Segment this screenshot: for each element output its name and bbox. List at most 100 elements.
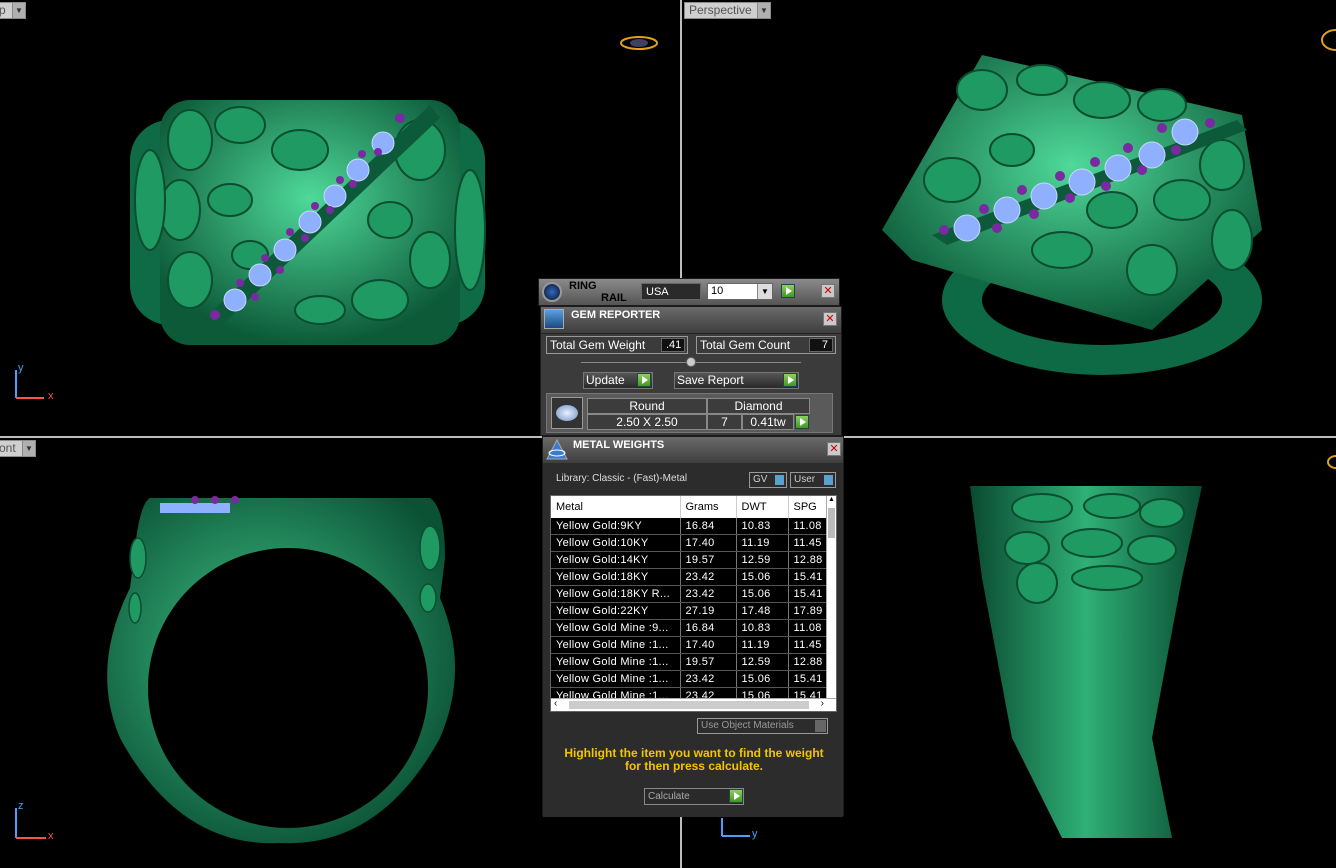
table-cell: 11.45	[788, 636, 829, 654]
axis-gizmo-side: y	[721, 818, 758, 840]
table-cell: 12.59	[736, 551, 789, 569]
table-row[interactable]: Yellow Gold:18KY 23.42 15.06 15.41	[551, 568, 829, 586]
ring-rail-close-icon[interactable]: ✕	[821, 284, 835, 298]
table-cell: 23.42	[680, 670, 737, 688]
gem-reporter-title: GEM REPORTER	[571, 309, 661, 321]
table-cell: Yellow Gold:18KY R...	[551, 585, 681, 603]
table-row[interactable]: Yellow Gold:22KY 27.19 17.48 17.89	[551, 602, 829, 620]
splitter-handle-icon[interactable]	[686, 357, 696, 367]
table-row[interactable]: Yellow Gold:10KY 17.40 11.19 11.45	[551, 534, 829, 552]
gem-shape: Round	[587, 398, 707, 414]
table-cell: 17.89	[788, 602, 829, 620]
table-cell: 11.45	[788, 534, 829, 552]
table-cell: 16.84	[680, 619, 737, 637]
calculate-button[interactable]: Calculate	[644, 788, 744, 805]
gem-list-row[interactable]: Round Diamond 2.50 X 2.50 7 0.41tw	[546, 393, 833, 433]
table-cell: 15.41	[788, 670, 829, 688]
vertical-scrollbar[interactable]: ▲	[826, 496, 836, 701]
total-gem-weight-label: Total Gem Weight	[550, 338, 646, 352]
table-row[interactable]: Yellow Gold Mine :1... 19.57 12.59 12.88	[551, 653, 829, 671]
column-header-grams[interactable]: Grams	[680, 496, 737, 518]
table-row[interactable]: Yellow Gold Mine :1... 23.42 15.06 15.41	[551, 670, 829, 688]
table-cell: 17.48	[736, 602, 789, 620]
table-cell: 15.41	[788, 585, 829, 603]
metal-weights-table: Metal Grams DWT SPG Yellow Gold:9KY 16.84 10.…	[551, 496, 829, 705]
ring-rail-apply-button[interactable]	[781, 284, 795, 298]
toggle-indicator-icon	[775, 475, 784, 485]
table-cell: Yellow Gold:22KY	[551, 602, 681, 620]
table-cell: Yellow Gold Mine :9...	[551, 619, 681, 637]
total-gem-count-label: Total Gem Count	[700, 338, 791, 352]
toggle-indicator-icon	[815, 720, 826, 732]
table-cell: 10.83	[736, 619, 789, 637]
play-icon	[729, 789, 743, 803]
table-cell: 15.06	[736, 670, 789, 688]
gem-size: 2.50 X 2.50	[587, 414, 707, 430]
gem-reporter-close-icon[interactable]: ✕	[823, 312, 837, 326]
table-cell: 19.57	[680, 653, 737, 671]
table-cell: 23.42	[680, 568, 737, 586]
scrollbar-thumb[interactable]	[828, 508, 835, 538]
gv-toggle[interactable]: GV	[749, 472, 787, 488]
gem-weight: 0.41tw	[742, 414, 794, 430]
play-icon	[783, 373, 797, 387]
gem-reporter-icon	[544, 309, 564, 329]
ring-size-select[interactable]: 10 ▼	[707, 283, 773, 300]
table-cell: Yellow Gold:9KY	[551, 518, 681, 535]
metal-weights-close-icon[interactable]: ✕	[827, 442, 841, 456]
scroll-up-icon[interactable]: ▲	[827, 496, 836, 506]
table-row[interactable]: Yellow Gold:18KY R... 23.42 15.06 15.41	[551, 585, 829, 603]
table-cell: Yellow Gold Mine :1...	[551, 670, 681, 688]
column-header-spg[interactable]: SPG	[788, 496, 829, 518]
metal-weights-titlebar: METAL WEIGHTS ✕	[543, 437, 843, 464]
total-gem-count-value: 7	[809, 338, 833, 352]
table-cell: 11.19	[736, 534, 789, 552]
use-object-materials-toggle[interactable]: Use Object Materials	[697, 718, 828, 734]
table-cell: 15.06	[736, 568, 789, 586]
ring-size-standard-field[interactable]: USA	[641, 283, 701, 300]
total-gem-weight-value: .41	[661, 338, 685, 352]
scroll-right-icon[interactable]: ›	[821, 698, 824, 709]
gem-count: 7	[707, 414, 742, 430]
ring-rail-toolbar: RING RAIL USA 10 ▼ ✕	[538, 278, 840, 306]
metal-weights-icon	[546, 438, 568, 461]
column-header-metal[interactable]: Metal	[551, 496, 681, 518]
horizontal-scrollbar[interactable]: ‹ ›	[551, 698, 836, 711]
table-cell: 10.83	[736, 518, 789, 535]
chevron-down-icon[interactable]: ▼	[757, 284, 772, 299]
play-icon	[637, 373, 651, 387]
table-cell: 12.88	[788, 653, 829, 671]
table-cell: 11.08	[788, 619, 829, 637]
user-toggle[interactable]: User	[790, 472, 836, 488]
table-cell: 12.88	[788, 551, 829, 569]
ring-rail-logo-icon	[542, 282, 562, 302]
update-button[interactable]: Update	[583, 372, 653, 389]
ring-rail-title: RING	[569, 280, 597, 292]
table-cell: Yellow Gold:10KY	[551, 534, 681, 552]
toggle-indicator-icon	[824, 475, 833, 485]
scroll-left-icon[interactable]: ‹	[554, 698, 557, 709]
table-row[interactable]: Yellow Gold:9KY 16.84 10.83 11.08	[551, 518, 829, 535]
metal-weights-panel: METAL WEIGHTS ✕ Library: Classic - (Fast…	[542, 436, 844, 817]
table-cell: Yellow Gold:18KY	[551, 568, 681, 586]
viewcube-icon[interactable]	[1326, 448, 1336, 478]
column-header-dwt[interactable]: DWT	[736, 496, 789, 518]
gem-reporter-panel: GEM REPORTER ✕ Total Gem Weight .41 Tota…	[540, 306, 842, 436]
metal-table-container[interactable]: Metal Grams DWT SPG Yellow Gold:9KY 16.84 10.…	[550, 495, 837, 712]
table-cell: Yellow Gold Mine :1...	[551, 636, 681, 654]
axis-gizmo-top: y x	[15, 362, 54, 402]
scrollbar-thumb[interactable]	[569, 701, 809, 709]
round-gem-icon	[551, 397, 583, 429]
table-row[interactable]: Yellow Gold:14KY 19.57 12.59 12.88	[551, 551, 829, 569]
table-cell: 17.40	[680, 636, 737, 654]
gem-row-select-button[interactable]	[795, 415, 809, 429]
table-row[interactable]: Yellow Gold Mine :1... 17.40 11.19 11.45	[551, 636, 829, 654]
table-cell: Yellow Gold:14KY	[551, 551, 681, 569]
metal-weights-title: METAL WEIGHTS	[573, 439, 665, 451]
table-cell: 16.84	[680, 518, 737, 535]
table-cell: 11.08	[788, 518, 829, 535]
table-row[interactable]: Yellow Gold Mine :9... 16.84 10.83 11.08	[551, 619, 829, 637]
save-report-button[interactable]: Save Report	[674, 372, 799, 389]
table-cell: 27.19	[680, 602, 737, 620]
library-label: Library: Classic - (Fast)-Metal	[556, 473, 688, 484]
